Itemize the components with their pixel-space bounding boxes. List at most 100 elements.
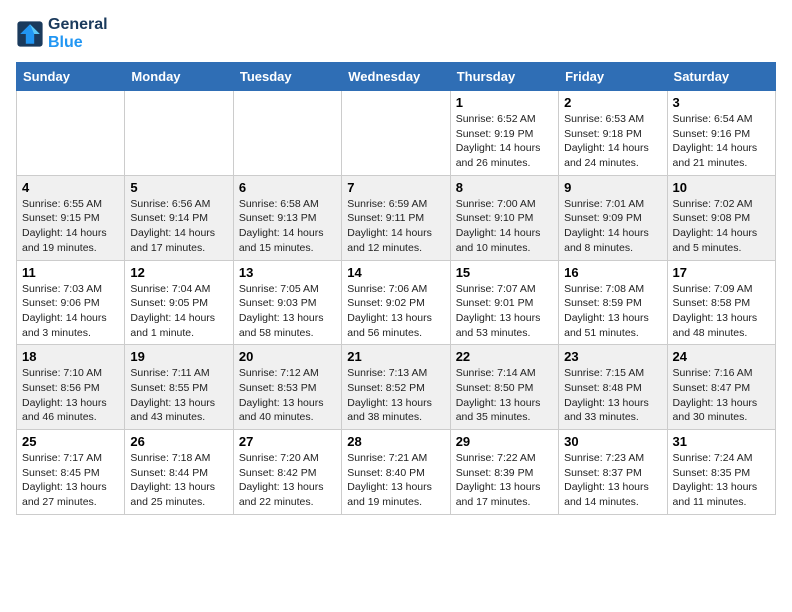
day-number: 4 — [22, 180, 119, 195]
col-header-sunday: Sunday — [17, 63, 125, 91]
day-info: Sunrise: 6:54 AM Sunset: 9:16 PM Dayligh… — [673, 112, 770, 171]
day-info: Sunrise: 7:13 AM Sunset: 8:52 PM Dayligh… — [347, 366, 444, 425]
calendar-cell: 8 Sunrise: 7:00 AM Sunset: 9:10 PM Daylig… — [450, 175, 558, 260]
calendar-cell: 16 Sunrise: 7:08 AM Sunset: 8:59 PM Dayli… — [559, 260, 667, 345]
calendar-cell: 1 Sunrise: 6:52 AM Sunset: 9:19 PM Daylig… — [450, 91, 558, 176]
calendar-cell: 28 Sunrise: 7:21 AM Sunset: 8:40 PM Dayli… — [342, 430, 450, 515]
day-info: Sunrise: 7:12 AM Sunset: 8:53 PM Dayligh… — [239, 366, 336, 425]
calendar-cell: 23 Sunrise: 7:15 AM Sunset: 8:48 PM Dayli… — [559, 345, 667, 430]
calendar-cell: 6 Sunrise: 6:58 AM Sunset: 9:13 PM Daylig… — [233, 175, 341, 260]
calendar-week-row: 18 Sunrise: 7:10 AM Sunset: 8:56 PM Dayli… — [17, 345, 776, 430]
day-info: Sunrise: 7:06 AM Sunset: 9:02 PM Dayligh… — [347, 282, 444, 341]
day-info: Sunrise: 6:59 AM Sunset: 9:11 PM Dayligh… — [347, 197, 444, 256]
calendar-cell — [125, 91, 233, 176]
day-info: Sunrise: 7:23 AM Sunset: 8:37 PM Dayligh… — [564, 451, 661, 510]
calendar-cell: 24 Sunrise: 7:16 AM Sunset: 8:47 PM Dayli… — [667, 345, 775, 430]
col-header-monday: Monday — [125, 63, 233, 91]
day-info: Sunrise: 7:11 AM Sunset: 8:55 PM Dayligh… — [130, 366, 227, 425]
calendar-cell: 11 Sunrise: 7:03 AM Sunset: 9:06 PM Dayli… — [17, 260, 125, 345]
day-number: 2 — [564, 95, 661, 110]
day-number: 5 — [130, 180, 227, 195]
day-number: 17 — [673, 265, 770, 280]
day-number: 18 — [22, 349, 119, 364]
day-info: Sunrise: 7:01 AM Sunset: 9:09 PM Dayligh… — [564, 197, 661, 256]
calendar-cell: 15Sunrise: 7:07 AM Sunset: 9:01 PM Dayli… — [450, 260, 558, 345]
day-info: Sunrise: 7:00 AM Sunset: 9:10 PM Dayligh… — [456, 197, 553, 256]
day-info: Sunrise: 7:08 AM Sunset: 8:59 PM Dayligh… — [564, 282, 661, 341]
calendar-cell: 30 Sunrise: 7:23 AM Sunset: 8:37 PM Dayli… — [559, 430, 667, 515]
day-info: Sunrise: 6:55 AM Sunset: 9:15 PM Dayligh… — [22, 197, 119, 256]
day-number: 6 — [239, 180, 336, 195]
calendar-cell: 14 Sunrise: 7:06 AM Sunset: 9:02 PM Dayli… — [342, 260, 450, 345]
day-info: Sunrise: 6:56 AM Sunset: 9:14 PM Dayligh… — [130, 197, 227, 256]
day-number: 26 — [130, 434, 227, 449]
day-number: 14 — [347, 265, 444, 280]
day-info: Sunrise: 7:10 AM Sunset: 8:56 PM Dayligh… — [22, 366, 119, 425]
day-number: 16 — [564, 265, 661, 280]
day-number: 29 — [456, 434, 553, 449]
calendar-cell: 18 Sunrise: 7:10 AM Sunset: 8:56 PM Dayli… — [17, 345, 125, 430]
day-info: Sunrise: 7:14 AM Sunset: 8:50 PM Dayligh… — [456, 366, 553, 425]
calendar-week-row: 25 Sunrise: 7:17 AM Sunset: 8:45 PM Dayli… — [17, 430, 776, 515]
calendar-cell: 2 Sunrise: 6:53 AM Sunset: 9:18 PM Daylig… — [559, 91, 667, 176]
day-number: 13 — [239, 265, 336, 280]
calendar-cell: 9 Sunrise: 7:01 AM Sunset: 9:09 PM Daylig… — [559, 175, 667, 260]
calendar-week-row: 11 Sunrise: 7:03 AM Sunset: 9:06 PM Dayli… — [17, 260, 776, 345]
calendar-cell: 25 Sunrise: 7:17 AM Sunset: 8:45 PM Dayli… — [17, 430, 125, 515]
calendar-cell: 13 Sunrise: 7:05 AM Sunset: 9:03 PM Dayli… — [233, 260, 341, 345]
day-info: Sunrise: 7:16 AM Sunset: 8:47 PM Dayligh… — [673, 366, 770, 425]
day-info: Sunrise: 6:52 AM Sunset: 9:19 PM Dayligh… — [456, 112, 553, 171]
calendar-cell: 5 Sunrise: 6:56 AM Sunset: 9:14 PM Daylig… — [125, 175, 233, 260]
day-number: 12 — [130, 265, 227, 280]
day-info: Sunrise: 6:58 AM Sunset: 9:13 PM Dayligh… — [239, 197, 336, 256]
day-info: Sunrise: 7:02 AM Sunset: 9:08 PM Dayligh… — [673, 197, 770, 256]
calendar-header-row: SundayMondayTuesdayWednesdayThursdayFrid… — [17, 63, 776, 91]
calendar-cell: 27 Sunrise: 7:20 AM Sunset: 8:42 PM Dayli… — [233, 430, 341, 515]
col-header-friday: Friday — [559, 63, 667, 91]
day-info: Sunrise: 7:03 AM Sunset: 9:06 PM Dayligh… — [22, 282, 119, 341]
day-number: 27 — [239, 434, 336, 449]
day-number: 22 — [456, 349, 553, 364]
day-number: 10 — [673, 180, 770, 195]
col-header-tuesday: Tuesday — [233, 63, 341, 91]
day-number: 9 — [564, 180, 661, 195]
day-info: Sunrise: 6:53 AM Sunset: 9:18 PM Dayligh… — [564, 112, 661, 171]
day-number: 24 — [673, 349, 770, 364]
day-number: 1 — [456, 95, 553, 110]
calendar-cell — [342, 91, 450, 176]
calendar-cell: 26 Sunrise: 7:18 AM Sunset: 8:44 PM Dayli… — [125, 430, 233, 515]
day-number: 23 — [564, 349, 661, 364]
calendar-cell: 21 Sunrise: 7:13 AM Sunset: 8:52 PM Dayli… — [342, 345, 450, 430]
day-number: 21 — [347, 349, 444, 364]
day-info: Sunrise: 7:22 AM Sunset: 8:39 PM Dayligh… — [456, 451, 553, 510]
calendar-cell: 3Sunrise: 6:54 AM Sunset: 9:16 PM Daylig… — [667, 91, 775, 176]
calendar-week-row: 1 Sunrise: 6:52 AM Sunset: 9:19 PM Daylig… — [17, 91, 776, 176]
calendar-cell — [233, 91, 341, 176]
col-header-wednesday: Wednesday — [342, 63, 450, 91]
day-info: Sunrise: 7:20 AM Sunset: 8:42 PM Dayligh… — [239, 451, 336, 510]
logo: General Blue — [16, 16, 108, 52]
day-number: 7 — [347, 180, 444, 195]
col-header-saturday: Saturday — [667, 63, 775, 91]
calendar-cell: 7 Sunrise: 6:59 AM Sunset: 9:11 PM Daylig… — [342, 175, 450, 260]
day-number: 19 — [130, 349, 227, 364]
day-number: 25 — [22, 434, 119, 449]
day-info: Sunrise: 7:24 AM Sunset: 8:35 PM Dayligh… — [673, 451, 770, 510]
day-number: 30 — [564, 434, 661, 449]
day-info: Sunrise: 7:04 AM Sunset: 9:05 PM Dayligh… — [130, 282, 227, 341]
day-number: 8 — [456, 180, 553, 195]
day-number: 28 — [347, 434, 444, 449]
calendar-cell: 12 Sunrise: 7:04 AM Sunset: 9:05 PM Dayli… — [125, 260, 233, 345]
day-number: 11 — [22, 265, 119, 280]
day-number: 31 — [673, 434, 770, 449]
calendar-cell: 10 Sunrise: 7:02 AM Sunset: 9:08 PM Dayli… — [667, 175, 775, 260]
day-info: Sunrise: 7:17 AM Sunset: 8:45 PM Dayligh… — [22, 451, 119, 510]
calendar-cell: 29 Sunrise: 7:22 AM Sunset: 8:39 PM Dayli… — [450, 430, 558, 515]
day-info: Sunrise: 7:09 AM Sunset: 8:58 PM Dayligh… — [673, 282, 770, 341]
day-info: Sunrise: 7:15 AM Sunset: 8:48 PM Dayligh… — [564, 366, 661, 425]
calendar-cell: 22 Sunrise: 7:14 AM Sunset: 8:50 PM Dayli… — [450, 345, 558, 430]
day-info: Sunrise: 7:21 AM Sunset: 8:40 PM Dayligh… — [347, 451, 444, 510]
day-info: Sunrise: 7:18 AM Sunset: 8:44 PM Dayligh… — [130, 451, 227, 510]
page-header: General Blue — [16, 16, 776, 52]
day-info: Sunrise: 7:05 AM Sunset: 9:03 PM Dayligh… — [239, 282, 336, 341]
